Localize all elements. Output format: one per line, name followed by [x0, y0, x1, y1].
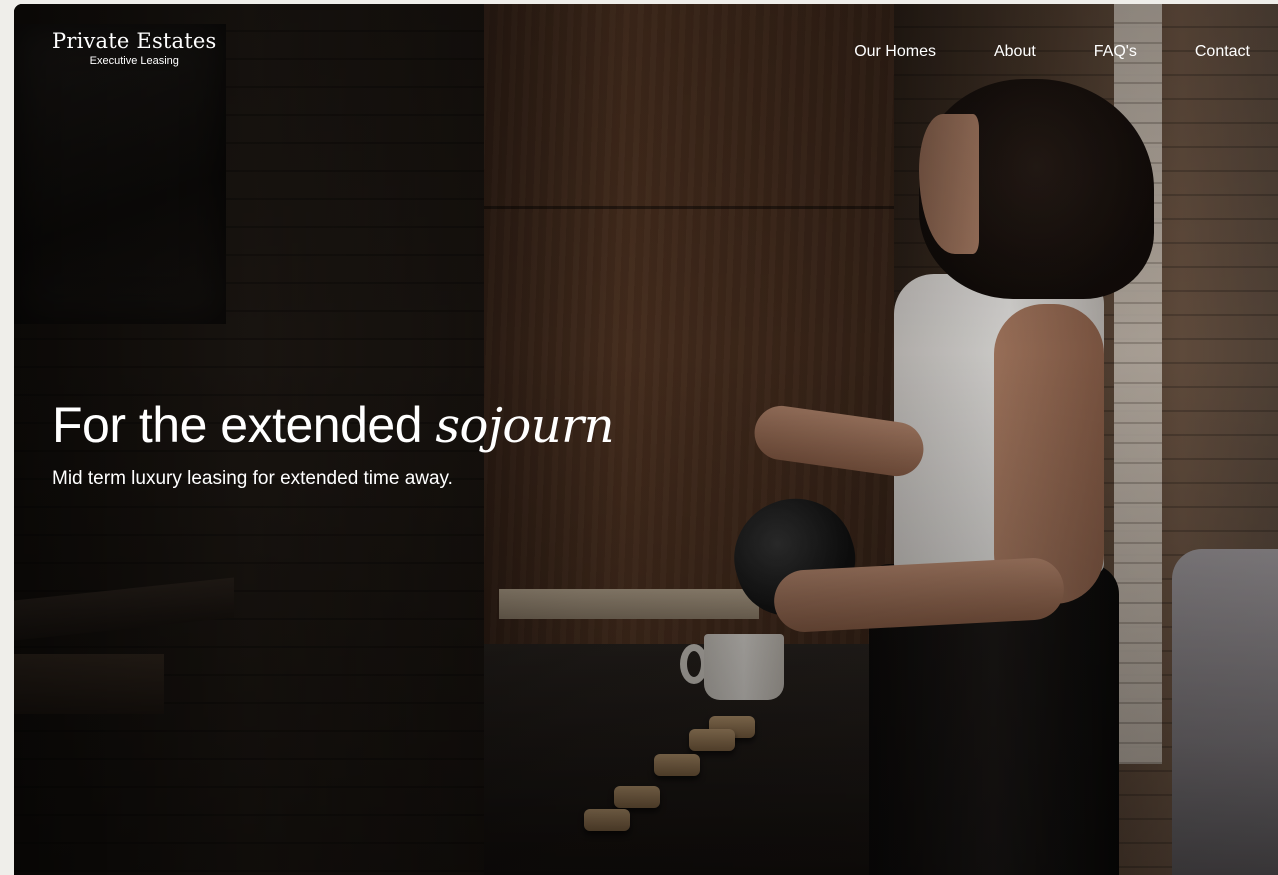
nav-item-about[interactable]: About — [994, 42, 1036, 62]
brand-logo[interactable]: Private Estates Executive Leasing — [52, 28, 217, 68]
hero-title-plain: For the extended — [52, 397, 436, 453]
nav-item-contact[interactable]: Contact — [1195, 42, 1250, 62]
brand-tagline: Executive Leasing — [89, 55, 179, 67]
brand-name: Private Estates — [52, 29, 217, 53]
hero-title: For the extended sojourn — [52, 394, 615, 457]
nav-item-faqs[interactable]: FAQ's — [1094, 42, 1137, 62]
main-nav: Our Homes About FAQ's Contact — [854, 42, 1250, 62]
hero-section: Private Estates Executive Leasing Our Ho… — [14, 4, 1278, 875]
hero-title-accent: sojourn — [435, 398, 615, 454]
hero-content: For the extended sojourn Mid term luxury… — [52, 394, 615, 491]
hero-subtitle: Mid term luxury leasing for extended tim… — [52, 468, 453, 489]
nav-item-our-homes[interactable]: Our Homes — [854, 42, 936, 62]
